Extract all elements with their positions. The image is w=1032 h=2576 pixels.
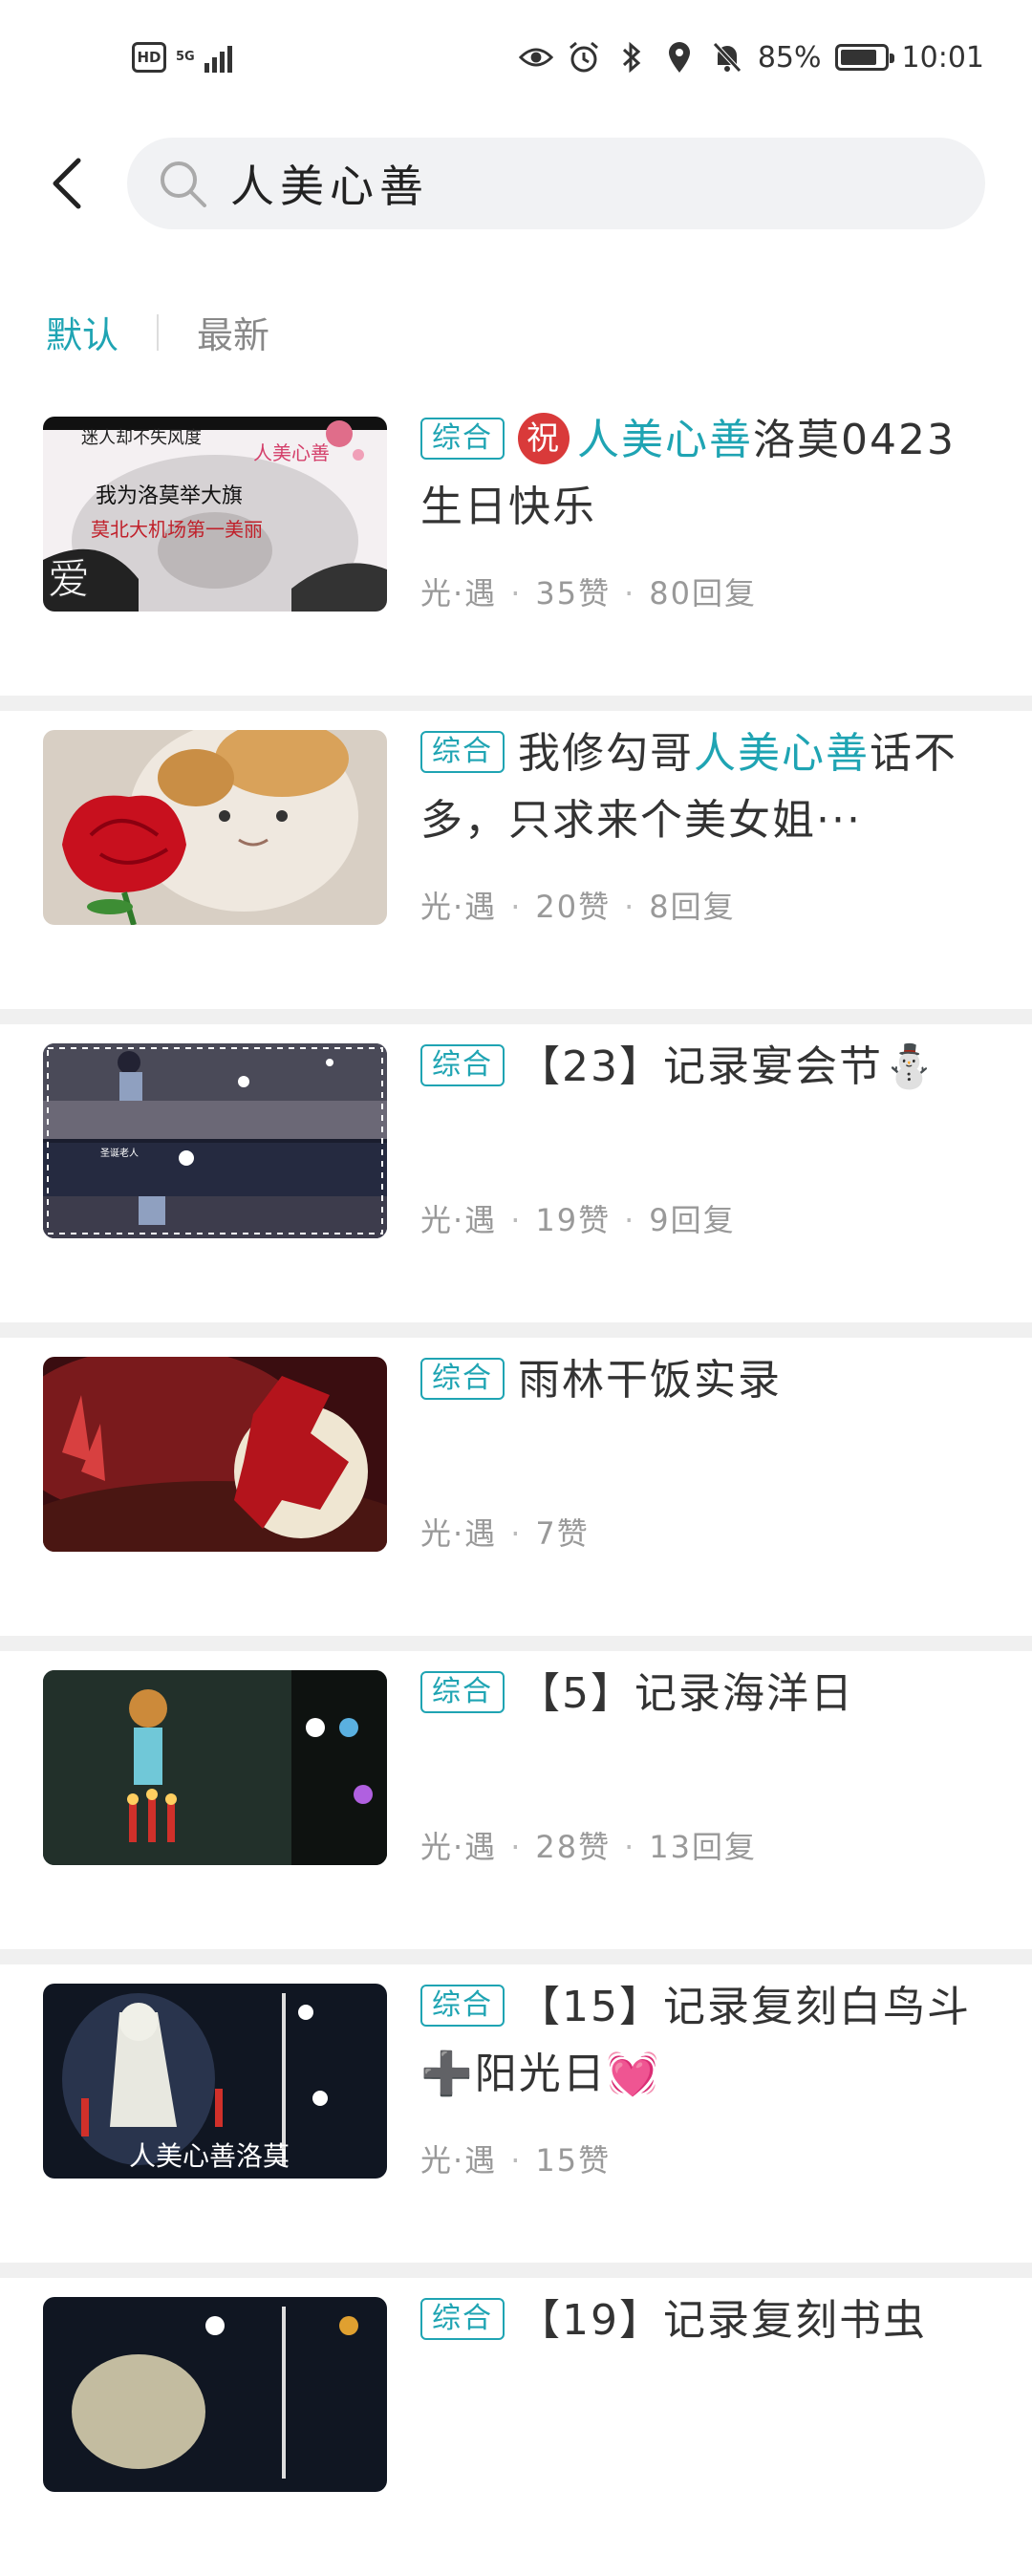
tag-badge: 综合: [420, 1044, 505, 1086]
post-thumbnail[interactable]: 迷人却不失风度 人美心善 我为洛莫举大旗 莫北大机场第一美丽 爱: [43, 417, 387, 612]
tab-latest[interactable]: 最新: [197, 306, 269, 358]
divider: [0, 1949, 1032, 1964]
bluetooth-icon: [614, 40, 649, 75]
post-title[interactable]: 综合 我修勾哥人美心善话不多，只求来个美女姐···: [420, 720, 994, 854]
battery-percent: 85%: [757, 40, 822, 75]
list-item[interactable]: 综合 【19】记录复刻书虫: [0, 2278, 1032, 2576]
search-icon: [156, 157, 209, 210]
battery-fill: [840, 50, 876, 65]
alarm-icon: [567, 40, 601, 75]
keyword-highlight: 人美心善: [577, 416, 753, 464]
tag-badge: 综合: [420, 1985, 505, 2027]
thumb-text: 迷人却不失风度: [81, 428, 202, 448]
result-list: 迷人却不失风度 人美心善 我为洛莫举大旗 莫北大机场第一美丽 爱 综合祝人美心善…: [0, 397, 1032, 2576]
tag-badge: 综合: [420, 1358, 505, 1400]
post-thumbnail[interactable]: 圣诞老人: [43, 1043, 387, 1238]
post-title[interactable]: 综合 【23】记录宴会节⛄: [420, 1034, 994, 1101]
status-left: HD 5G: [132, 42, 232, 73]
list-item[interactable]: 迷人却不失风度 人美心善 我为洛莫举大旗 莫北大机场第一美丽 爱 综合祝人美心善…: [0, 397, 1032, 696]
list-item[interactable]: 圣诞老人 综合 【23】记录宴会节⛄ 光·遇 · 19赞 · 9回复: [0, 1024, 1032, 1322]
location-icon: [662, 40, 697, 75]
post-info: 综合 我修勾哥人美心善话不多，只求来个美女姐···: [420, 720, 994, 854]
tag-badge: 综合: [420, 418, 505, 460]
keyword-highlight: 人美心善: [694, 729, 870, 778]
mute-bell-icon: [710, 40, 744, 75]
divider: [0, 1322, 1032, 1338]
battery-icon: [834, 44, 894, 71]
post-meta: 光·遇 · 7赞: [420, 1515, 590, 1552]
post-title[interactable]: 综合 雨林干饭实录: [420, 1347, 994, 1414]
divider: [0, 696, 1032, 711]
chevron-left-icon: [53, 158, 81, 209]
post-meta: 光·遇 · 35赞 · 80回复: [420, 575, 757, 612]
divider: [0, 2263, 1032, 2278]
post-info: 综合祝人美心善洛莫0423生日快乐: [420, 407, 994, 541]
post-title[interactable]: 综合祝人美心善洛莫0423生日快乐: [420, 407, 994, 541]
thumb-text: 莫北大机场第一美丽: [91, 518, 263, 541]
thumb-caption: 人美心善洛莫: [129, 2140, 290, 2172]
post-thumbnail[interactable]: [43, 1357, 387, 1552]
post-title[interactable]: 综合 【5】记录海洋日: [420, 1661, 994, 1728]
post-meta: 光·遇 · 15赞: [420, 2142, 612, 2179]
hd-icon: HD: [132, 42, 166, 73]
tag-badge: 综合: [420, 2298, 505, 2340]
divider: [0, 1636, 1032, 1651]
search-input[interactable]: 人美心善: [230, 152, 429, 215]
post-meta: 光·遇 · 20赞 · 8回复: [420, 889, 736, 925]
tag-badge: 综合: [420, 731, 505, 773]
list-item[interactable]: 综合 【5】记录海洋日 光·遇 · 28赞 · 13回复: [0, 1651, 1032, 1949]
eye-icon: [518, 40, 553, 75]
clock: 10:01: [901, 40, 984, 75]
post-info: 综合 雨林干饭实录: [420, 1347, 994, 1414]
tab-separator: [157, 313, 160, 351]
status-right: 85% 10:01: [518, 40, 984, 75]
post-meta: 光·遇 · 28赞 · 13回复: [420, 1829, 757, 1865]
post-title[interactable]: 综合 【19】记录复刻书虫: [420, 2287, 994, 2354]
tab-default[interactable]: 默认: [46, 306, 118, 358]
post-thumbnail[interactable]: [43, 1670, 387, 1865]
post-info: 综合 【5】记录海洋日: [420, 1661, 994, 1728]
svg-text:圣诞老人: 圣诞老人: [100, 1147, 139, 1159]
search-header: 人美心善: [0, 134, 1032, 239]
thumb-text: 人美心善: [253, 441, 330, 464]
celebrate-icon: 祝: [518, 413, 570, 464]
network-type: 5G: [176, 50, 195, 64]
sort-tabs: 默认 最新: [46, 306, 269, 358]
post-info: 综合 【15】记录复刻白鸟斗➕阳光日💓: [420, 1974, 994, 2108]
thumb-text: 爱: [48, 555, 90, 604]
post-thumbnail[interactable]: 人美心善洛莫: [43, 1984, 387, 2179]
list-item[interactable]: 人美心善洛莫 综合 【15】记录复刻白鸟斗➕阳光日💓 光·遇 · 15赞: [0, 1964, 1032, 2263]
list-item[interactable]: 综合 雨林干饭实录 光·遇 · 7赞: [0, 1338, 1032, 1636]
tag-badge: 综合: [420, 1671, 505, 1713]
post-title[interactable]: 综合 【15】记录复刻白鸟斗➕阳光日💓: [420, 1974, 994, 2108]
post-thumbnail[interactable]: [43, 2297, 387, 2492]
thumb-text: 我为洛莫举大旗: [96, 484, 243, 508]
status-bar: HD 5G 85% 10:01: [0, 0, 1032, 124]
signal-icon: [204, 42, 232, 73]
search-bar[interactable]: 人美心善: [127, 138, 985, 229]
list-item[interactable]: 综合 我修勾哥人美心善话不多，只求来个美女姐··· 光·遇 · 20赞 · 8回复: [0, 711, 1032, 1009]
back-button[interactable]: [38, 155, 96, 212]
post-info: 综合 【19】记录复刻书虫: [420, 2287, 994, 2354]
divider: [0, 1009, 1032, 1024]
post-info: 综合 【23】记录宴会节⛄: [420, 1034, 994, 1101]
post-meta: 光·遇 · 19赞 · 9回复: [420, 1202, 736, 1238]
post-thumbnail[interactable]: [43, 730, 387, 925]
